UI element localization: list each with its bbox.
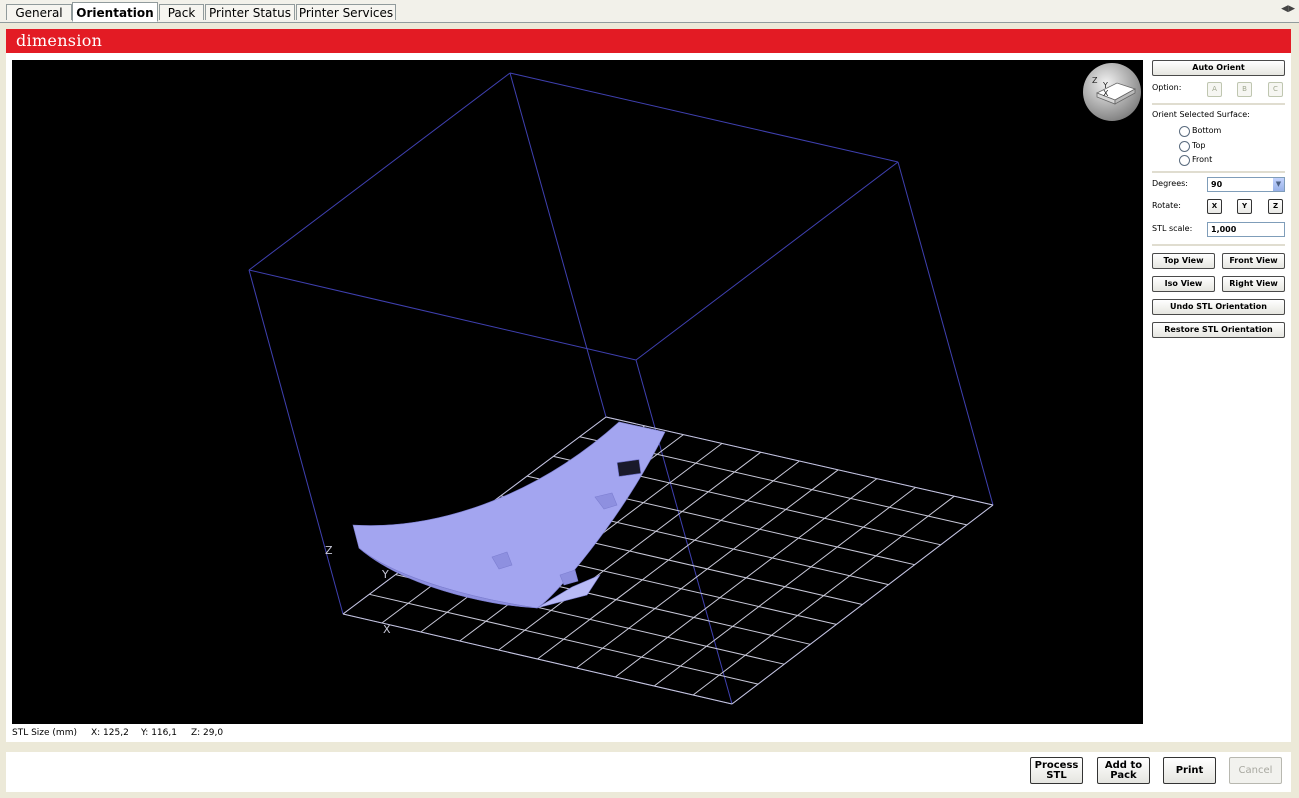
bottom-radio[interactable] xyxy=(1179,126,1190,137)
orientation-cube-widget[interactable]: Z Y X xyxy=(1083,63,1141,121)
box-edge xyxy=(509,72,899,163)
iso-view-button[interactable]: Iso View xyxy=(1152,276,1215,292)
cancel-button[interactable]: Cancel xyxy=(1229,757,1282,784)
orientation-cube-icon: Z Y X xyxy=(1092,76,1136,105)
rotate-label: Rotate: xyxy=(1152,201,1181,210)
undo-stl-orientation-button[interactable]: Undo STL Orientation xyxy=(1152,299,1285,315)
divider xyxy=(1152,103,1285,105)
grid-line xyxy=(614,478,878,678)
cube-z-label: Z xyxy=(1092,76,1098,85)
restore-stl-orientation-button[interactable]: Restore STL Orientation xyxy=(1152,322,1285,338)
auto-orient-button[interactable]: Auto Orient xyxy=(1152,60,1285,76)
option-b-button[interactable]: B xyxy=(1237,82,1252,97)
add-to-pack-button[interactable]: Add to Pack xyxy=(1097,757,1150,784)
divider xyxy=(1152,244,1285,246)
brand-bar: dimension xyxy=(6,29,1291,53)
grid-line xyxy=(731,504,994,705)
tab-pack[interactable]: Pack xyxy=(159,4,204,20)
dimension-logo: dimension xyxy=(16,31,103,50)
grid-line xyxy=(653,487,916,687)
orient-surface-label: Orient Selected Surface: xyxy=(1152,110,1250,119)
x-axis-label: X xyxy=(383,623,391,636)
option-label: Option: xyxy=(1152,83,1182,92)
action-bar: Process STL Add to Pack Print Cancel xyxy=(6,752,1291,792)
tab-scroll-arrows-icon[interactable]: ◀▶ xyxy=(1281,4,1295,14)
y-axis-label: Y xyxy=(381,568,389,581)
grid-line xyxy=(692,495,955,696)
stl-scale-label: STL scale: xyxy=(1152,224,1193,233)
box-edge xyxy=(897,161,994,506)
box-edge xyxy=(248,269,344,615)
box-edge xyxy=(509,72,607,418)
degrees-label: Degrees: xyxy=(1152,179,1188,188)
rotate-x-button[interactable]: X xyxy=(1207,199,1222,214)
top-radio[interactable] xyxy=(1179,141,1190,152)
box-edge xyxy=(635,161,899,361)
top-radio-label: Top xyxy=(1192,141,1206,150)
front-radio-label: Front xyxy=(1192,155,1213,164)
stl-scale-input[interactable]: 1,000 xyxy=(1207,222,1285,237)
tab-printer-status[interactable]: Printer Status xyxy=(205,4,295,20)
front-view-button[interactable]: Front View xyxy=(1222,253,1285,269)
print-button[interactable]: Print xyxy=(1163,757,1216,784)
main-frame: dimension Z Y X Z Y X STL Size (mm) X: 1… xyxy=(6,29,1291,742)
right-view-button[interactable]: Right View xyxy=(1222,276,1285,292)
3d-viewport[interactable]: Z Y X Z Y X xyxy=(12,60,1143,724)
option-a-button[interactable]: A xyxy=(1207,82,1222,97)
divider xyxy=(1152,171,1285,173)
scene-svg: Z Y X xyxy=(248,72,994,705)
degrees-select[interactable]: 90 ▼ xyxy=(1207,177,1285,192)
add-line2: Pack xyxy=(1110,769,1137,781)
tab-general[interactable]: General xyxy=(6,4,72,20)
top-view-button[interactable]: Top View xyxy=(1152,253,1215,269)
chevron-down-icon[interactable]: ▼ xyxy=(1273,178,1284,191)
tab-orientation[interactable]: Orientation xyxy=(72,2,158,22)
rotate-y-button[interactable]: Y xyxy=(1237,199,1252,214)
bottom-radio-label: Bottom xyxy=(1192,126,1222,135)
stl-part xyxy=(352,421,666,609)
process-line2: STL xyxy=(1046,769,1067,781)
tab-printer-services[interactable]: Printer Services xyxy=(296,4,396,20)
cube-x-label: X xyxy=(1103,89,1109,98)
degrees-value: 90 xyxy=(1211,180,1223,189)
stl-size-y: Y: 116,1 xyxy=(141,728,177,738)
front-radio[interactable] xyxy=(1179,155,1190,166)
box-edge xyxy=(248,72,511,271)
part-cutout xyxy=(616,459,642,477)
option-c-button[interactable]: C xyxy=(1268,82,1283,97)
process-stl-button[interactable]: Process STL xyxy=(1030,757,1083,784)
box-edge xyxy=(635,359,733,705)
z-axis-label: Z xyxy=(325,544,333,557)
build-volume-box xyxy=(248,72,994,705)
curved-part-body xyxy=(352,421,666,609)
stl-size-z: Z: 29,0 xyxy=(191,728,224,738)
rotate-z-button[interactable]: Z xyxy=(1268,199,1283,214)
stl-size-label: STL Size (mm) xyxy=(12,728,77,738)
stl-size-x: X: 125,2 xyxy=(91,728,129,738)
tab-bar: General Orientation Pack Printer Status … xyxy=(0,0,1299,23)
